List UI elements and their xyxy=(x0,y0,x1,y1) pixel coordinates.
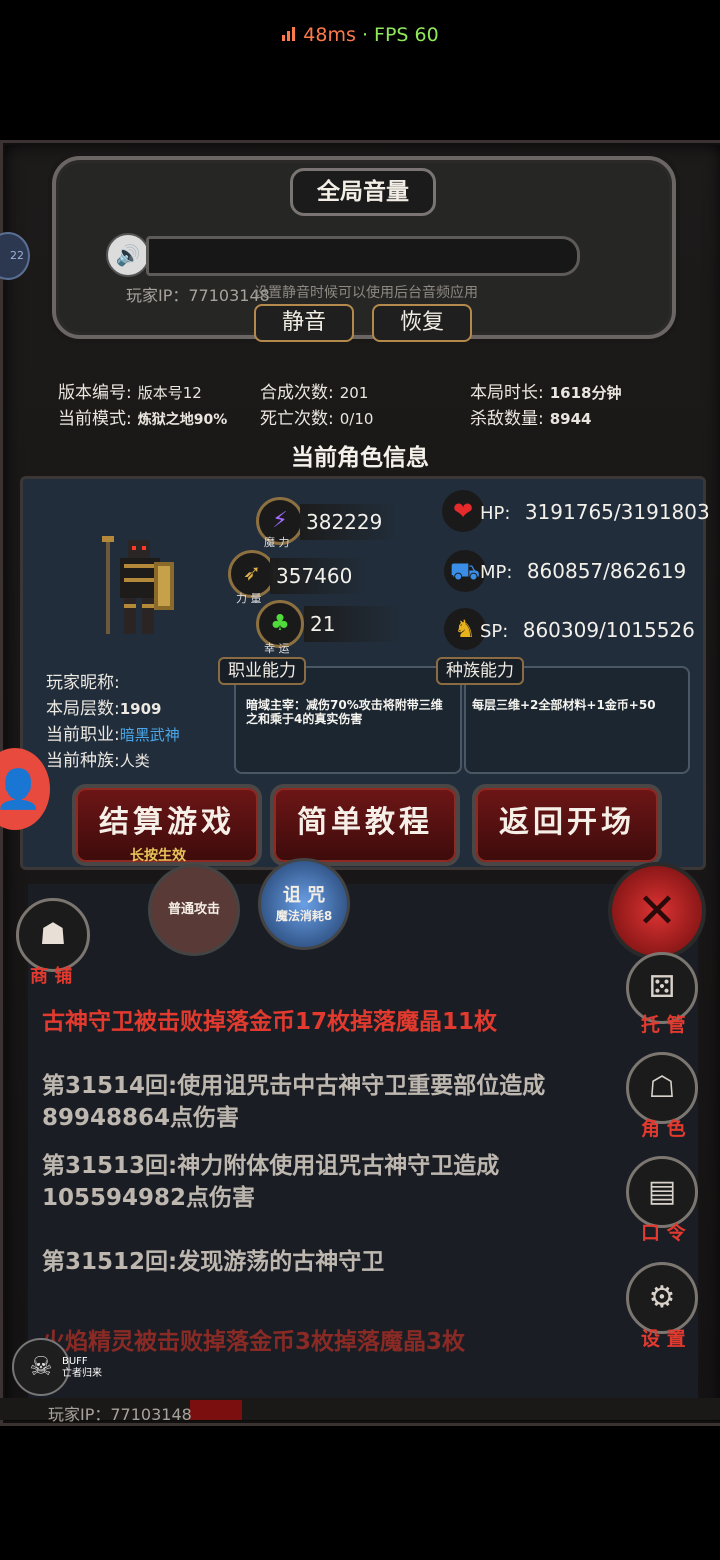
player-ip-label: 玩家IP：77103148 xyxy=(126,286,270,305)
signal-icon xyxy=(281,25,297,47)
version-stat: 版本编号: 版本号12 xyxy=(58,383,202,403)
job-ability-title: 职业能力 xyxy=(218,657,306,685)
log-line: 第31513回:神力附体使用诅咒古神守卫造成105594982点伤害 xyxy=(42,1153,500,1211)
mode-stat: 当前模式: 炼狱之地90% xyxy=(58,409,228,429)
normal-attack-label: 普通攻击 xyxy=(167,902,220,917)
race-ability-text: 每层三维+2全部材料+1金币+50 xyxy=(472,698,656,712)
log-line: 第31514回:使用诅咒击中古神守卫重要部位造成89948864点伤害 xyxy=(42,1073,546,1131)
luck-label: 幸 运 xyxy=(264,642,290,655)
death-stat: 死亡次数: 0/10 xyxy=(260,409,374,429)
fps-text: FPS 60 xyxy=(374,24,439,46)
kills-stat: 杀敌数量: 8944 xyxy=(470,409,592,429)
magic-value: 382229 xyxy=(300,504,396,540)
shop-icon[interactable]: ☗ xyxy=(16,898,90,972)
shop-label: 商 铺 xyxy=(30,966,73,987)
job-ability-text: 暗域主宰：减伤70%攻击将附带三维之和乘于4的真实伤害 xyxy=(246,698,443,726)
hp-line: HP: 3191765/3191803 xyxy=(480,500,710,524)
mute-button[interactable]: 静音 xyxy=(254,304,354,342)
mp-line: MP: 860857/862619 xyxy=(480,559,687,583)
section-title: 当前角色信息 xyxy=(291,445,429,471)
settings-label: 设 置 xyxy=(641,1328,686,1350)
footer-ip: 玩家IP：77103148 xyxy=(48,1405,192,1424)
time-stat: 本局时长: 1618分钟 xyxy=(470,383,622,403)
auto-label: 托 管 xyxy=(641,1014,686,1036)
settle-hint: 长按生效 xyxy=(130,848,186,864)
strength-label: 力 量 xyxy=(236,592,262,605)
footer-accent xyxy=(190,1400,242,1420)
curse-cost: 魔法消耗8 xyxy=(275,909,333,923)
log-line: 古神守卫被击败掉落金币17枚掉落魔晶11枚 xyxy=(42,1009,498,1035)
speaker-icon[interactable]: 🔊 xyxy=(106,233,150,277)
heart-icon: ❤ xyxy=(442,490,484,532)
log-line: 第31512回:发现游荡的古神守卫 xyxy=(42,1249,385,1275)
restore-button[interactable]: 恢复 xyxy=(372,304,472,342)
volume-hint: 设置静音时候可以使用后台音频应用 xyxy=(254,285,478,301)
race-row: 当前种族:人类 xyxy=(46,751,150,771)
race-ability-title: 种族能力 xyxy=(436,657,524,685)
curse-skill[interactable]: 诅 咒 魔法消耗8 xyxy=(258,858,350,950)
tutorial-button[interactable]: 简单教程 xyxy=(270,784,460,866)
back-to-start-button[interactable]: 返回开场 xyxy=(472,784,662,866)
volume-slider[interactable] xyxy=(146,236,580,276)
buff-label: BUFF 亡者归来 xyxy=(62,1356,102,1379)
ping-text: 48ms xyxy=(303,24,356,46)
character-avatar[interactable] xyxy=(100,534,182,638)
magic-label: 魔 力 xyxy=(264,536,290,549)
perf-indicator: 48ms · FPS 60 xyxy=(0,24,720,47)
curse-label: 诅 咒 xyxy=(282,885,326,906)
luck-value: 21 xyxy=(304,606,400,642)
strength-value: 357460 xyxy=(270,558,366,594)
code-label: 口 令 xyxy=(641,1222,686,1244)
job-row: 当前职业:暗黑武神 xyxy=(46,725,180,745)
floor-row: 本局层数:1909 xyxy=(46,699,162,719)
nickname-label: 玩家昵称: xyxy=(46,673,120,693)
normal-attack-skill[interactable]: 普通攻击 xyxy=(148,864,240,956)
role-label: 角 色 xyxy=(641,1118,686,1140)
log-line: 火焰精灵被击败掉落金币3枚掉落魔晶3枚 xyxy=(42,1329,466,1355)
close-icon[interactable]: ✕ xyxy=(608,862,706,960)
sp-line: SP: 860309/1015526 xyxy=(480,618,695,642)
synth-stat: 合成次数: 201 xyxy=(260,383,369,403)
volume-title: 全局音量 xyxy=(290,168,436,216)
